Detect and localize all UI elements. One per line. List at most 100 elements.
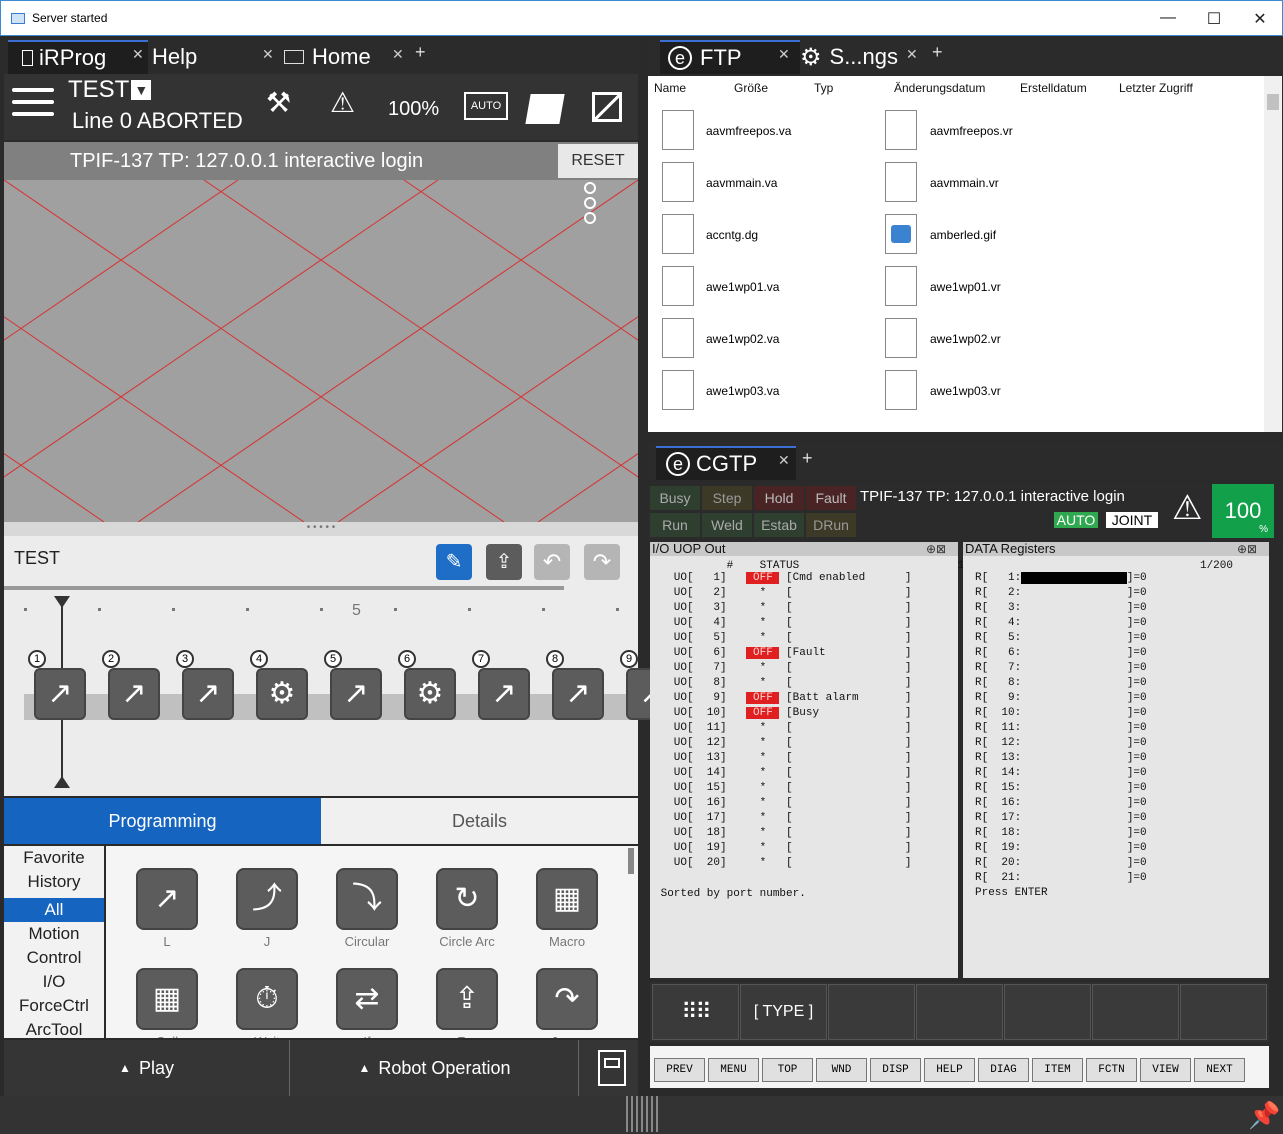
io-panel-window-icons[interactable]: ⊕⊠ — [926, 542, 946, 556]
column-accessed[interactable]: Letzter Zugriff — [1119, 81, 1193, 95]
register-line[interactable]: R[ 14: ]=0 — [975, 767, 1269, 782]
tab-settings[interactable]: ⚙ S...ngs — [800, 40, 920, 74]
key-prev[interactable]: PREV — [654, 1058, 705, 1082]
reset-button[interactable]: RESET — [558, 144, 638, 178]
category-favorite[interactable]: Favorite — [4, 846, 104, 870]
register-line[interactable]: R[ 8: ]=0 — [975, 677, 1269, 692]
io-line[interactable]: UO[ 2] * [ ] — [654, 587, 958, 602]
column-created[interactable]: Erstelldatum — [1020, 81, 1087, 95]
view-menu-dot-2[interactable] — [584, 197, 596, 209]
splitter-handle[interactable]: • • • • • — [4, 522, 638, 536]
category-forcectrl[interactable]: ForceCtrl — [4, 994, 104, 1018]
3d-view[interactable] — [4, 180, 638, 522]
tab-home[interactable]: Home — [284, 40, 394, 74]
io-line[interactable]: UO[ 5] * [ ] — [654, 632, 958, 647]
timeline-node[interactable]: ↗ — [478, 668, 530, 720]
minimize-button[interactable]: — — [1153, 9, 1183, 27]
tool-icon[interactable]: ⚒ — [266, 86, 291, 119]
register-line[interactable]: R[ 11: ]=0 — [975, 722, 1269, 737]
file-name[interactable]: aavmfreepos.va — [706, 124, 791, 138]
view-menu-dot-3[interactable] — [584, 212, 596, 224]
register-line[interactable]: R[ 3: ]=0 — [975, 602, 1269, 617]
timeline-node[interactable]: ↗ — [108, 668, 160, 720]
io-line[interactable]: UO[ 20] * [ ] — [654, 857, 958, 872]
add-tab-button-right[interactable]: + — [932, 42, 943, 63]
palette-item-call[interactable]: ▦ — [136, 968, 198, 1030]
io-line[interactable]: UO[ 9] OFF [Batt alarm ] — [654, 692, 958, 707]
f3-button[interactable] — [916, 984, 1003, 1040]
register-line[interactable]: R[ 20: ]=0 — [975, 857, 1269, 872]
io-line[interactable]: UO[ 4] * [ ] — [654, 617, 958, 632]
file-name[interactable]: awe1wp01.va — [706, 280, 779, 294]
file-name[interactable]: awe1wp02.va — [706, 332, 779, 346]
column-type[interactable]: Typ — [814, 81, 833, 95]
upload-icon[interactable]: ⇪ — [486, 544, 522, 580]
register-line[interactable]: R[ 18: ]=0 — [975, 827, 1269, 842]
menu-icon[interactable] — [12, 88, 54, 124]
key-menu[interactable]: MENU — [708, 1058, 759, 1082]
file-name[interactable]: awe1wp01.vr — [930, 280, 1001, 294]
timeline-node[interactable]: ↗ — [330, 668, 382, 720]
category-io[interactable]: I/O — [4, 970, 104, 994]
timeline-node[interactable]: ↗ — [34, 668, 86, 720]
timeline-node[interactable]: ↗ — [552, 668, 604, 720]
file-name[interactable]: awe1wp02.vr — [930, 332, 1001, 346]
io-line[interactable]: UO[ 11] * [ ] — [654, 722, 958, 737]
file-name[interactable]: aavmfreepos.vr — [930, 124, 1013, 138]
io-line[interactable]: UO[ 18] * [ ] — [654, 827, 958, 842]
io-line[interactable]: UO[ 1] OFF [Cmd enabled ] — [654, 572, 958, 587]
category-all[interactable]: All — [4, 898, 104, 922]
register-line[interactable]: R[ 13: ]=0 — [975, 752, 1269, 767]
key-top[interactable]: TOP — [762, 1058, 813, 1082]
tab-cgtp-close[interactable]: ✕ — [778, 452, 790, 469]
file-name[interactable]: awe1wp03.vr — [930, 384, 1001, 398]
add-tab-button[interactable]: + — [415, 42, 426, 63]
f2-button[interactable] — [828, 984, 915, 1040]
override-value[interactable]: 100% — [388, 98, 439, 121]
undo-icon[interactable]: ↶ — [534, 544, 570, 580]
tab-irprog-close[interactable]: ✕ — [132, 46, 144, 63]
io-line[interactable]: UO[ 19] * [ ] — [654, 842, 958, 857]
column-modified[interactable]: Änderungsdatum — [894, 81, 985, 95]
palette-item-for[interactable]: ⇪ — [436, 968, 498, 1030]
timeline-node[interactable]: ⚙ — [256, 668, 308, 720]
key-next[interactable]: NEXT — [1194, 1058, 1245, 1082]
register-line[interactable]: R[ 4: ]=0 — [975, 617, 1269, 632]
tab-home-close[interactable]: ✕ — [392, 46, 404, 63]
timeline-scrollbar[interactable] — [4, 586, 564, 590]
io-line[interactable]: UO[ 3] * [ ] — [654, 602, 958, 617]
file-name[interactable]: accntg.dg — [706, 228, 758, 242]
io-line[interactable]: UO[ 6] OFF [Fault ] — [654, 647, 958, 662]
view-menu-dot-1[interactable] — [584, 182, 596, 194]
maximize-button[interactable]: ☐ — [1199, 9, 1229, 29]
touchup-icon[interactable]: ✎ — [436, 544, 472, 580]
key-view[interactable]: VIEW — [1140, 1058, 1191, 1082]
tab-help[interactable]: Help — [152, 40, 272, 74]
register-line[interactable]: R[ 1: ]=0 — [975, 572, 1269, 587]
tab-help-close[interactable]: ✕ — [262, 46, 274, 63]
register-line[interactable]: R[ 2: ]=0 — [975, 587, 1269, 602]
teach-pendant-toggle-icon[interactable] — [598, 1050, 626, 1086]
category-control[interactable]: Control — [4, 946, 104, 970]
palette-item-joint-motion[interactable]: ⤴ — [236, 868, 298, 930]
ftp-scrollbar[interactable] — [1264, 76, 1282, 432]
tab-irprog[interactable]: iRProg — [8, 40, 148, 74]
override-box[interactable]: 100 % — [1212, 484, 1274, 538]
program-name[interactable]: TEST ▼ — [68, 76, 152, 104]
info-icon[interactable]: ⚠ — [1172, 488, 1208, 534]
io-line[interactable]: UO[ 14] * [ ] — [654, 767, 958, 782]
palette-item-macro[interactable]: ▦ — [536, 868, 598, 930]
palette-scrollbar[interactable] — [628, 848, 634, 874]
file-name[interactable]: amberled.gif — [930, 228, 996, 242]
palette-item-circular-motion[interactable]: ⤵ — [336, 868, 398, 930]
category-motion[interactable]: Motion — [4, 922, 104, 946]
tab-cgtp[interactable]: e CGTP — [656, 446, 796, 480]
column-size[interactable]: Größe — [734, 81, 768, 95]
f5-button[interactable] — [1092, 984, 1179, 1040]
io-line[interactable]: UO[ 10] OFF [Busy ] — [654, 707, 958, 722]
io-line[interactable]: UO[ 7] * [ ] — [654, 662, 958, 677]
tab-details[interactable]: Details — [321, 798, 638, 844]
register-line[interactable]: R[ 17: ]=0 — [975, 812, 1269, 827]
register-line[interactable]: R[ 12: ]=0 — [975, 737, 1269, 752]
reg-panel-window-icons[interactable]: ⊕⊠ — [1237, 542, 1257, 556]
